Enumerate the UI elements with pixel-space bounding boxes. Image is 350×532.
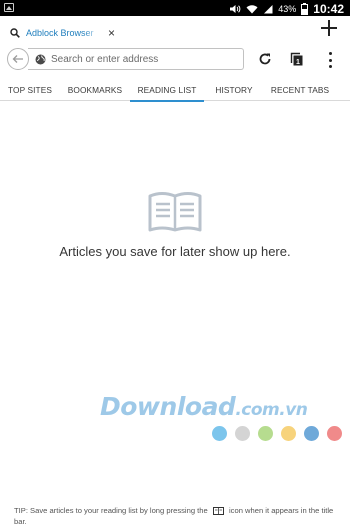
new-tab-button[interactable] (319, 18, 339, 38)
watermark-dot (235, 426, 250, 441)
search-icon (10, 28, 20, 38)
reload-icon[interactable] (258, 52, 272, 66)
tabs-counter-icon[interactable]: 1 (290, 52, 304, 66)
status-bar-right: 43% 10:42 (229, 2, 344, 16)
tab-title: Adblock Browser (26, 28, 94, 38)
reading-list-tip: TIP: Save articles to your reading list … (14, 505, 340, 527)
globe-icon (35, 54, 46, 64)
status-bar: 43% 10:42 (0, 0, 350, 16)
reader-mode-icon (212, 507, 224, 515)
tab-recent-tabs[interactable]: RECENT TABS (264, 78, 336, 101)
battery-icon (301, 3, 309, 15)
tab-strip: Adblock Browser × (0, 16, 350, 46)
back-button[interactable] (7, 48, 29, 70)
image-notification-icon (4, 3, 14, 12)
tab-top-sites[interactable]: TOP SITES (0, 78, 60, 101)
close-tab-button[interactable]: × (108, 27, 115, 39)
watermark-dots (212, 426, 342, 441)
clock: 10:42 (313, 2, 344, 16)
panel-tabs: TOP SITES BOOKMARKS READING LIST HISTORY… (0, 78, 350, 102)
url-toolbar: Search or enter address 1 (0, 46, 350, 76)
watermark-dot (212, 426, 227, 441)
address-placeholder: Search or enter address (51, 53, 159, 65)
watermark-dot (281, 426, 296, 441)
reading-list-book-icon (148, 192, 202, 232)
back-arrow-icon (12, 55, 23, 63)
tab-history[interactable]: HISTORY (204, 78, 264, 101)
volume-icon (230, 5, 241, 13)
svg-text:1: 1 (296, 59, 300, 66)
watermark-dot (327, 426, 342, 441)
watermark-domain: .com.vn (235, 400, 308, 420)
empty-state-message: Articles you save for later show up here… (59, 244, 291, 259)
address-bar[interactable]: Search or enter address (28, 48, 244, 70)
watermark-dot (304, 426, 319, 441)
overflow-menu-icon[interactable] (326, 52, 334, 68)
tab-bookmarks[interactable]: BOOKMARKS (60, 78, 130, 101)
battery-percentage: 43% (278, 4, 297, 14)
watermark-dot (258, 426, 273, 441)
watermark-brand: Download (100, 392, 236, 421)
tip-text-start: TIP: Save articles to your reading list … (14, 506, 208, 515)
browser-tab[interactable]: Adblock Browser × (10, 22, 115, 44)
tab-reading-list[interactable]: READING LIST (130, 78, 204, 102)
wifi-icon (246, 5, 258, 14)
signal-icon (264, 5, 273, 14)
watermark-logo: Download.com.vn (100, 392, 308, 421)
